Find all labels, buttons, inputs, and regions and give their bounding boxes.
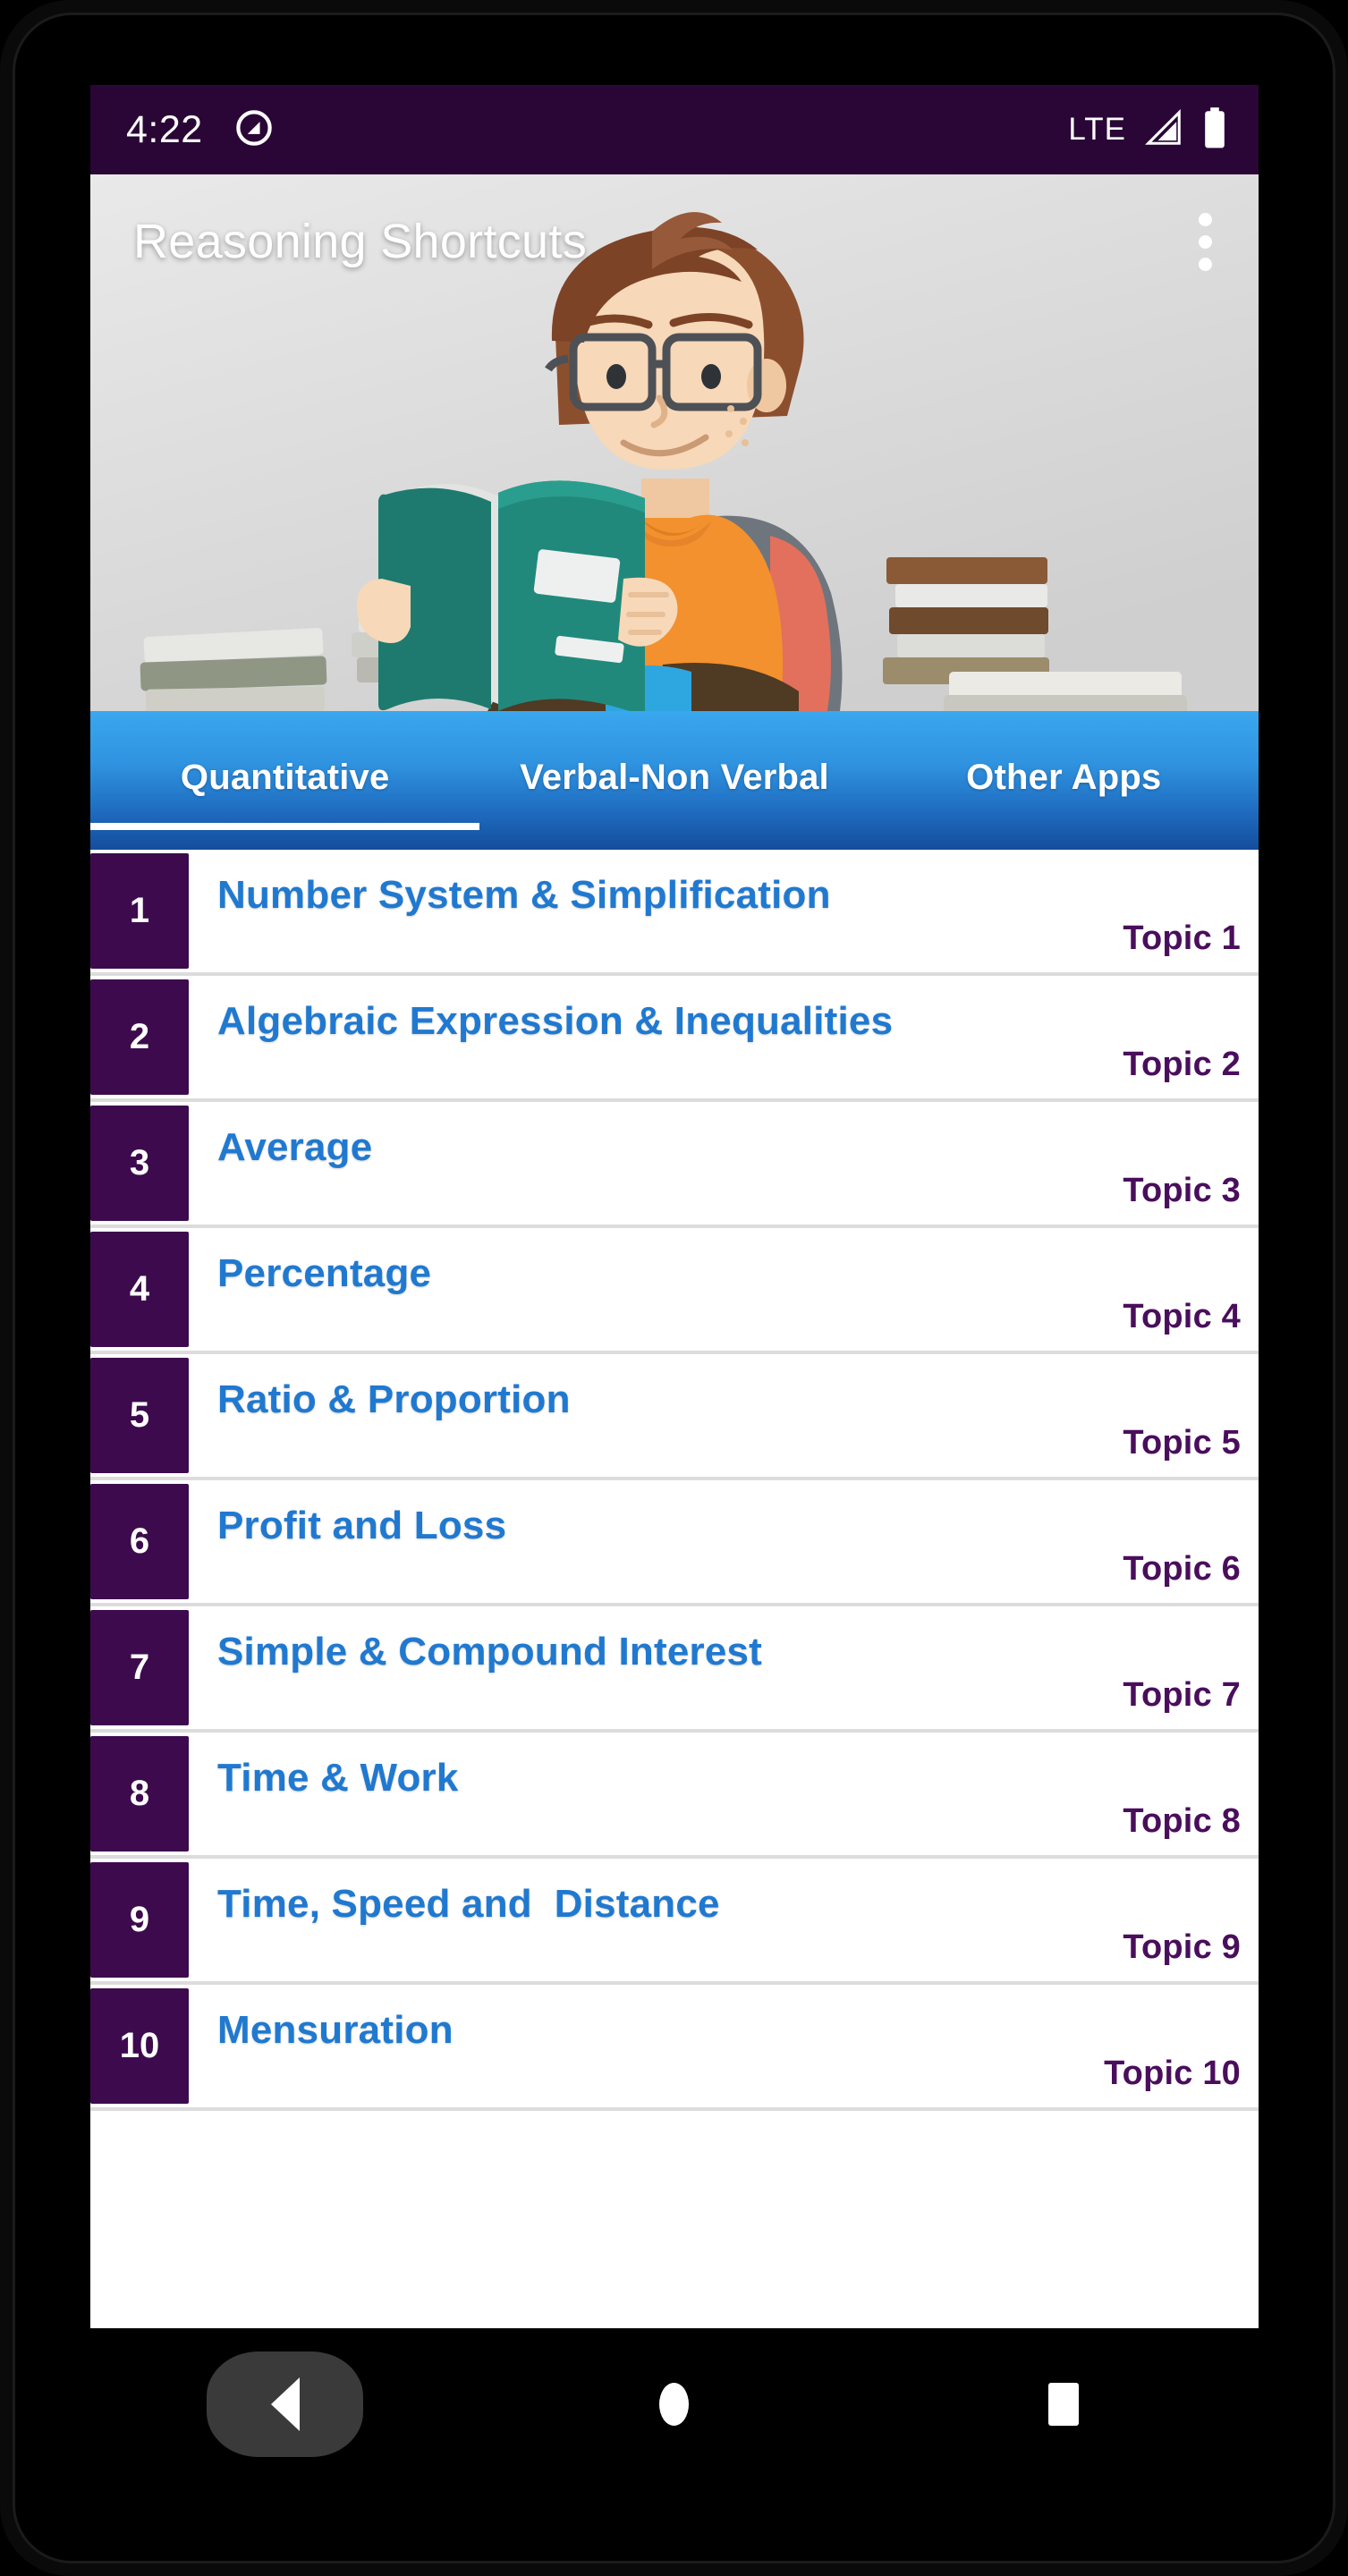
page-title: Reasoning Shortcuts	[133, 215, 587, 268]
table-row[interactable]: 8 Time & Work Topic 8	[90, 1733, 1259, 1859]
table-row[interactable]: 5 Ratio & Proportion Topic 5	[90, 1354, 1259, 1480]
battery-full-icon	[1201, 106, 1228, 154]
android-q-circle-icon	[233, 107, 275, 153]
network-type-label: LTE	[1068, 112, 1126, 147]
row-title: Time, Speed and Distance	[217, 1882, 720, 1926]
table-row[interactable]: 9 Time, Speed and Distance Topic 9	[90, 1859, 1259, 1985]
row-body: Average Topic 3	[189, 1102, 1259, 1224]
home-circle-icon[interactable]	[596, 2351, 752, 2457]
row-title: Number System & Simplification	[217, 873, 831, 917]
app-bar: Reasoning Shortcuts	[90, 174, 1259, 309]
table-row[interactable]: 3 Average Topic 3	[90, 1102, 1259, 1228]
recents-square-icon[interactable]	[986, 2351, 1142, 2457]
row-title: Ratio & Proportion	[217, 1377, 571, 1421]
row-title: Time & Work	[217, 1756, 459, 1800]
row-body: Ratio & Proportion Topic 5	[189, 1354, 1259, 1477]
tab-verbal-non-verbal[interactable]: Verbal-Non Verbal	[479, 758, 869, 803]
status-bar-right: LTE	[1068, 106, 1228, 154]
row-number: 3	[90, 1106, 189, 1221]
row-topic-label: Topic 3	[1123, 1172, 1241, 1209]
row-topic-label: Topic 9	[1123, 1928, 1241, 1966]
row-topic-label: Topic 10	[1104, 2055, 1241, 2092]
table-row[interactable]: 10 Mensuration Topic 10	[90, 1985, 1259, 2111]
row-number: 1	[90, 853, 189, 969]
row-body: Mensuration Topic 10	[189, 1985, 1259, 2107]
android-navigation-bar	[90, 2328, 1259, 2480]
table-row[interactable]: 2 Algebraic Expression & Inequalities To…	[90, 976, 1259, 1102]
row-number: 2	[90, 979, 189, 1095]
row-title: Average	[217, 1125, 373, 1169]
tab-bar: Quantitative Verbal-Non Verbal Other App…	[90, 711, 1259, 850]
row-number: 10	[90, 1988, 189, 2104]
row-body: Time & Work Topic 8	[189, 1733, 1259, 1855]
table-row[interactable]: 7 Simple & Compound Interest Topic 7	[90, 1606, 1259, 1733]
table-row[interactable]: 6 Profit and Loss Topic 6	[90, 1480, 1259, 1606]
tab-other-apps[interactable]: Other Apps	[869, 758, 1259, 803]
row-topic-label: Topic 2	[1123, 1046, 1241, 1083]
row-number: 5	[90, 1358, 189, 1473]
row-body: Profit and Loss Topic 6	[189, 1480, 1259, 1603]
row-body: Number System & Simplification Topic 1	[189, 850, 1259, 972]
status-time: 4:22	[126, 107, 203, 151]
row-topic-label: Topic 1	[1123, 919, 1241, 957]
row-number: 7	[90, 1610, 189, 1725]
row-body: Simple & Compound Interest Topic 7	[189, 1606, 1259, 1729]
table-row[interactable]: 1 Number System & Simplification Topic 1	[90, 850, 1259, 976]
phone-screen: 4:22 LTE Reasoning Shortcuts Quantitativ…	[90, 85, 1259, 2328]
tab-quantitative[interactable]: Quantitative	[90, 758, 480, 830]
row-topic-label: Topic 7	[1123, 1676, 1241, 1714]
row-body: Algebraic Expression & Inequalities Topi…	[189, 976, 1259, 1098]
row-topic-label: Topic 6	[1123, 1550, 1241, 1588]
row-topic-label: Topic 4	[1123, 1298, 1241, 1335]
overflow-menu-icon[interactable]	[1179, 199, 1232, 285]
status-bar: 4:22 LTE	[90, 85, 1259, 174]
device-shell: 4:22 LTE Reasoning Shortcuts Quantitativ…	[0, 0, 1348, 2576]
row-topic-label: Topic 8	[1123, 1802, 1241, 1840]
row-title: Simple & Compound Interest	[217, 1630, 763, 1674]
row-number: 9	[90, 1862, 189, 1978]
row-number: 4	[90, 1232, 189, 1347]
hero-header: Reasoning Shortcuts	[90, 174, 1259, 711]
row-number: 8	[90, 1736, 189, 1852]
back-triangle-icon[interactable]	[207, 2351, 364, 2457]
row-body: Time, Speed and Distance Topic 9	[189, 1859, 1259, 1981]
row-title: Profit and Loss	[217, 1504, 507, 1547]
row-title: Algebraic Expression & Inequalities	[217, 999, 894, 1043]
row-title: Mensuration	[217, 2008, 454, 2052]
table-row[interactable]: 4 Percentage Topic 4	[90, 1228, 1259, 1354]
row-topic-label: Topic 5	[1123, 1424, 1241, 1462]
status-bar-left: 4:22	[126, 107, 275, 153]
signal-triangle-icon	[1142, 107, 1185, 153]
row-body: Percentage Topic 4	[189, 1228, 1259, 1351]
row-number: 6	[90, 1484, 189, 1599]
row-title: Percentage	[217, 1251, 432, 1295]
topic-list: 1 Number System & Simplification Topic 1…	[90, 850, 1259, 2111]
